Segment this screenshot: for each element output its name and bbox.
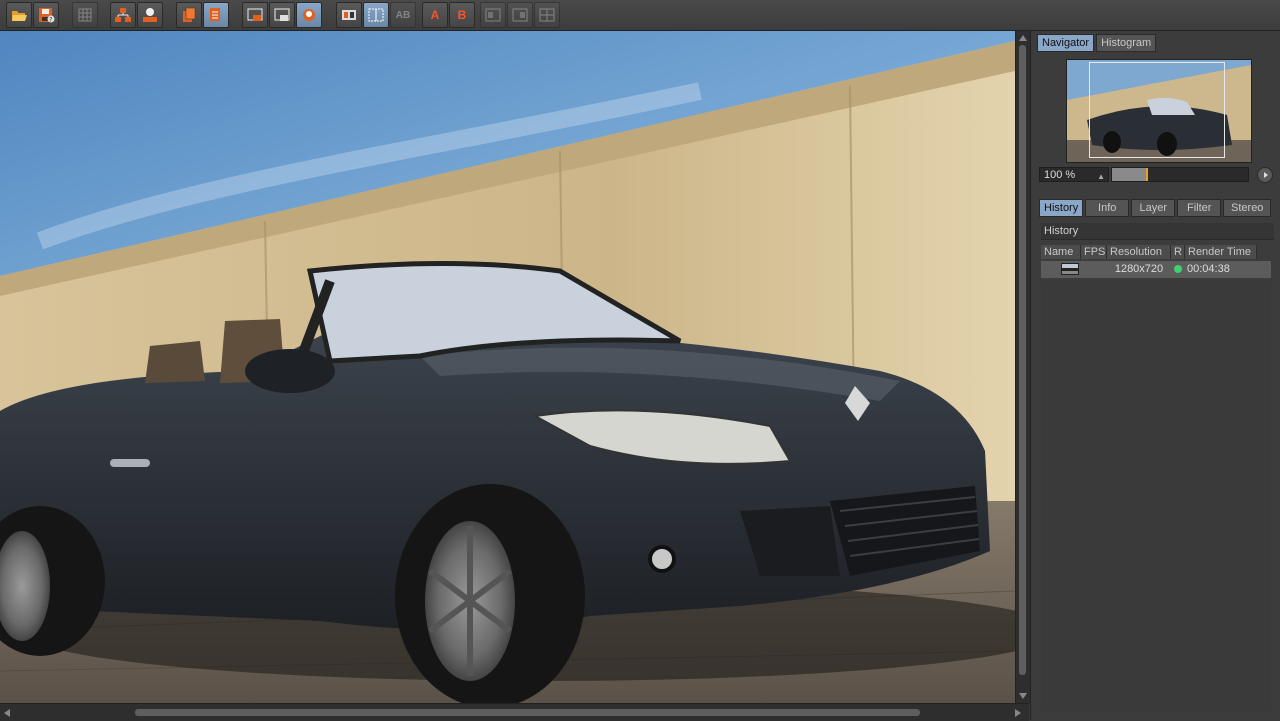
render-tree-button[interactable] [110,2,136,28]
tab-stereo[interactable]: Stereo [1223,199,1272,217]
set-b-button[interactable]: B [449,2,475,28]
history-list-area[interactable] [1041,281,1271,711]
stereo-right-icon [512,8,528,22]
history-row-resolution: 1280x720 [1114,263,1164,275]
main-toolbar: ? AB A B [0,0,1280,31]
layer-group [176,2,229,28]
tab-filter[interactable]: Filter [1177,199,1222,217]
render-viewport[interactable] [0,31,1015,703]
ab-group: A B [422,2,475,28]
render-user-button[interactable] [137,2,163,28]
scroll-down-arrow-icon[interactable] [1019,693,1027,699]
scroll-left-arrow-icon[interactable] [4,709,10,717]
layer-list-icon [210,8,220,21]
compare-grid-button[interactable] [363,2,389,28]
history-section-title: History [1041,223,1274,240]
tab-navigator[interactable]: Navigator [1037,34,1095,52]
zoom-value: 100 % [1044,169,1076,181]
region-people-icon [303,9,315,21]
viewport-vertical-scrollbar[interactable] [1015,31,1030,703]
region-save-button[interactable] [269,2,295,28]
status-dot-icon [1174,265,1182,273]
zoom-slider-handle[interactable] [1146,168,1149,181]
zoom-spinner-icon[interactable]: ▲ [1097,169,1105,184]
svg-text:?: ? [49,16,52,23]
compare-grid-icon [368,8,384,22]
side-panel: Navigator Histogram 100 % ▲ History Info… [1030,31,1280,720]
tab-histogram[interactable]: Histogram [1096,34,1157,52]
column-fps[interactable]: FPS [1081,245,1107,259]
region-grid-button[interactable] [72,2,98,28]
zoom-control: 100 % ▲ [1039,167,1275,183]
column-render-time[interactable]: Render Time [1185,245,1257,259]
history-row-name [1041,261,1107,278]
navigator-thumbnail[interactable] [1066,59,1252,163]
region-grid-icon [78,8,92,22]
set-a-icon: A [430,8,440,22]
table-row[interactable]: 1280x720 00:04:38 [1041,261,1271,278]
zoom-play-icon[interactable] [1257,167,1273,183]
render-tree-icon [115,8,131,22]
layer-stack-button[interactable] [176,2,202,28]
file-group: ? [6,2,59,28]
set-a-button[interactable]: A [422,2,448,28]
compare-ab-icon [342,10,356,20]
history-row-status [1171,261,1185,278]
compare-ab-button[interactable] [336,2,362,28]
grid-group [72,2,98,28]
history-row-render-time: 00:04:38 [1187,263,1230,275]
stereo-right-button[interactable] [507,2,533,28]
render-group [110,2,163,28]
tab-info[interactable]: Info [1085,199,1130,217]
column-r[interactable]: R [1171,245,1185,259]
column-name[interactable]: Name [1041,245,1081,259]
scroll-right-arrow-icon[interactable] [1015,709,1021,717]
stereo-group [480,2,560,28]
zoom-slider-fill [1112,168,1148,181]
stereo-left-icon [485,8,501,22]
layer-list-button[interactable] [203,2,229,28]
compare-group: AB [336,2,416,28]
folder-open-icon [12,11,27,21]
set-b-icon: B [457,8,467,22]
save-button[interactable]: ? [33,2,59,28]
history-table-header: Name FPS Resolution R Render Time [1041,245,1271,259]
navigator-tabs: Navigator Histogram [1037,34,1157,52]
region-save-icon [274,8,290,21]
tab-history[interactable]: History [1039,199,1084,217]
open-button[interactable] [6,2,32,28]
zoom-slider[interactable] [1111,167,1249,182]
compare-split-button[interactable]: AB [390,2,416,28]
stereo-both-button[interactable] [534,2,560,28]
stereo-left-button[interactable] [480,2,506,28]
region-group [242,2,322,28]
horizontal-scroll-thumb[interactable] [135,709,920,716]
region-render-icon [247,8,263,21]
viewport-horizontal-scrollbar[interactable] [0,703,1029,721]
render-user-icon [143,8,157,22]
compare-split-icon: AB [395,9,411,21]
zoom-input[interactable]: 100 % ▲ [1039,167,1109,182]
vertical-scroll-thumb[interactable] [1019,45,1026,675]
navigator-view-frame[interactable] [1089,62,1225,158]
region-people-button[interactable] [296,2,322,28]
rendered-car-image [0,31,1015,703]
tab-layer[interactable]: Layer [1131,199,1176,217]
region-render-button[interactable] [242,2,268,28]
column-resolution[interactable]: Resolution [1107,245,1171,259]
history-table: Name FPS Resolution R Render Time 1280x7… [1041,245,1271,278]
scroll-up-arrow-icon[interactable] [1019,35,1027,41]
stereo-both-icon [539,8,555,22]
info-tabs: History Info Layer Filter Stereo [1039,199,1272,217]
render-thumbnail [1061,263,1079,275]
layer-stack-icon [183,7,196,22]
save-help-icon: ? [39,8,55,23]
